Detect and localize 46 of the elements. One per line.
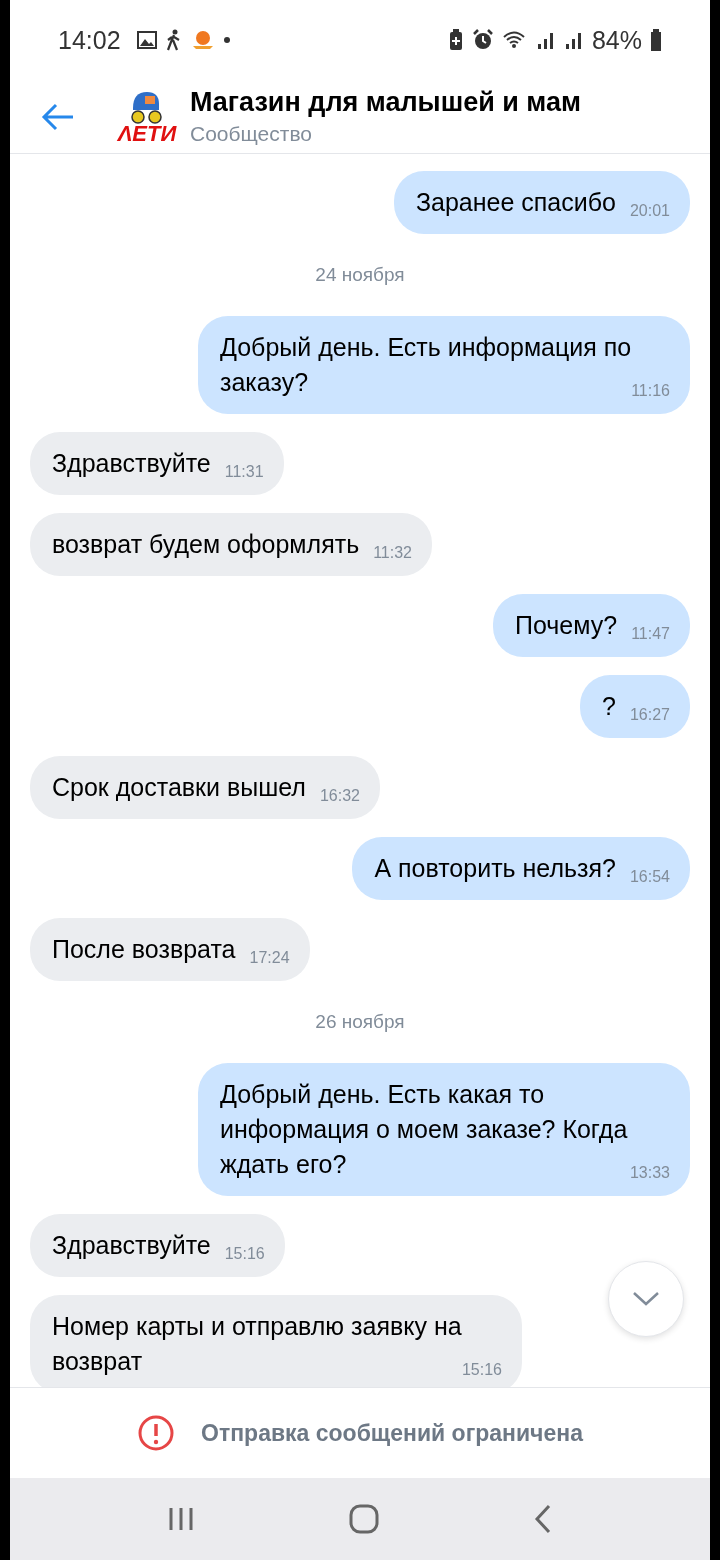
chat-subtitle: Сообщество <box>190 122 313 146</box>
message-text: Здравствуйте <box>52 449 211 477</box>
message-text: Здравствуйте <box>52 1231 211 1259</box>
message-time: 11:31 <box>224 462 264 482</box>
home-icon[interactable] <box>349 1504 379 1534</box>
back-icon[interactable] <box>533 1504 553 1534</box>
back-arrow-icon[interactable] <box>40 101 76 132</box>
message-time: 16:32 <box>319 786 360 806</box>
logo-text: ΛETИ <box>117 123 177 144</box>
signal-icon <box>563 30 584 50</box>
message-time: 13:33 <box>629 1163 670 1183</box>
message-text: Добрый день. Есть какая то информация о моем заказе? Когда ждать его? <box>220 1080 628 1178</box>
signal-icon <box>535 30 556 50</box>
chevron-down-icon <box>632 1291 660 1307</box>
date-separator: 24 ноября <box>314 263 406 287</box>
alarm-icon <box>471 29 494 51</box>
message-text: После возврата <box>52 935 236 963</box>
battery-saver-icon <box>447 29 464 51</box>
message-text: Добрый день. Есть информация по заказу? <box>220 333 632 396</box>
message-text: А повторить нельзя? <box>374 854 616 882</box>
message-text: Почему? <box>515 611 618 639</box>
recent-apps-icon[interactable] <box>167 1506 195 1532</box>
message-time: 20:01 <box>629 201 670 221</box>
message-text: Номер карты и отправлю заявку на возврат <box>52 1312 462 1375</box>
image-icon <box>136 31 157 49</box>
dot-icon <box>222 36 231 44</box>
restriction-notice: Отправка сообщений ограничена <box>201 1419 583 1447</box>
status-time: 14:02 <box>58 25 121 55</box>
message-time: 16:54 <box>629 867 670 887</box>
message-time: 15:16 <box>224 1244 265 1264</box>
stroller-icon <box>129 89 165 124</box>
message-time: 15:16 <box>461 1360 502 1380</box>
message-time: 11:16 <box>631 381 670 401</box>
message-time: 16:27 <box>629 705 670 725</box>
battery-icon <box>650 29 662 51</box>
chat-title: Магазин для малышей и мам <box>190 87 581 118</box>
warning-icon <box>137 1414 176 1452</box>
message-text: ? <box>602 692 616 720</box>
date-separator: 26 ноября <box>314 1010 406 1034</box>
battery-percent: 84% <box>591 25 642 55</box>
message-text: Заранее спасибо <box>415 188 616 216</box>
message-text: Срок доставки вышел <box>52 773 306 801</box>
message-text: возврат будем оформлять <box>52 530 360 558</box>
message-time: 11:32 <box>373 543 412 563</box>
message-time: 17:24 <box>249 948 290 968</box>
message-time: 11:47 <box>631 624 670 644</box>
